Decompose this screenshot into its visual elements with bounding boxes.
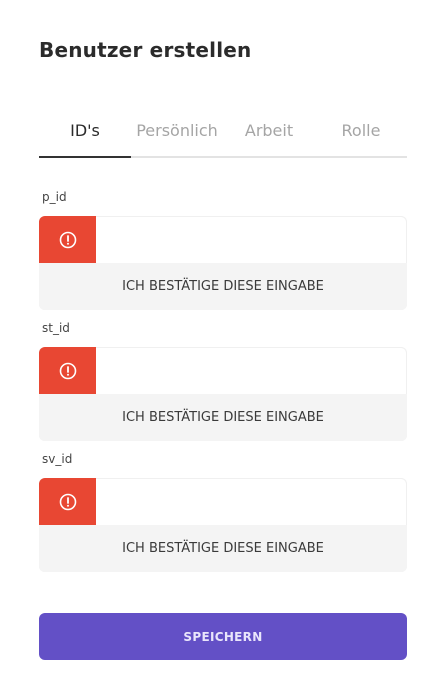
sv-id-confirm-button[interactable]: ICH BESTÄTIGE DIESE EINGABE xyxy=(39,525,407,572)
st-id-field-group: ICH BESTÄTIGE DIESE EINGABE xyxy=(39,347,407,441)
p-id-confirm-button[interactable]: ICH BESTÄTIGE DIESE EINGABE xyxy=(39,263,407,310)
sv-id-input[interactable] xyxy=(96,479,406,525)
tab-persoenlich[interactable]: Persönlich xyxy=(131,112,223,156)
p-id-input[interactable] xyxy=(96,217,406,263)
tab-ids[interactable]: ID's xyxy=(39,112,131,158)
p-id-field-group: ICH BESTÄTIGE DIESE EINGABE xyxy=(39,216,407,310)
save-button[interactable]: SPEICHERN xyxy=(39,613,407,660)
tab-rolle[interactable]: Rolle xyxy=(315,112,407,156)
page-title: Benutzer erstellen xyxy=(39,38,252,62)
sv-id-label: sv_id xyxy=(42,452,73,466)
sv-id-field-group: ICH BESTÄTIGE DIESE EINGABE xyxy=(39,478,407,572)
tab-arbeit[interactable]: Arbeit xyxy=(223,112,315,156)
tab-bar: ID's Persönlich Arbeit Rolle xyxy=(39,112,407,158)
st-id-input[interactable] xyxy=(96,348,406,394)
st-id-label: st_id xyxy=(42,321,70,335)
error-circle-icon xyxy=(39,478,96,525)
error-circle-icon xyxy=(39,347,96,394)
p-id-label: p_id xyxy=(42,190,67,204)
error-circle-icon xyxy=(39,216,96,263)
st-id-confirm-button[interactable]: ICH BESTÄTIGE DIESE EINGABE xyxy=(39,394,407,441)
